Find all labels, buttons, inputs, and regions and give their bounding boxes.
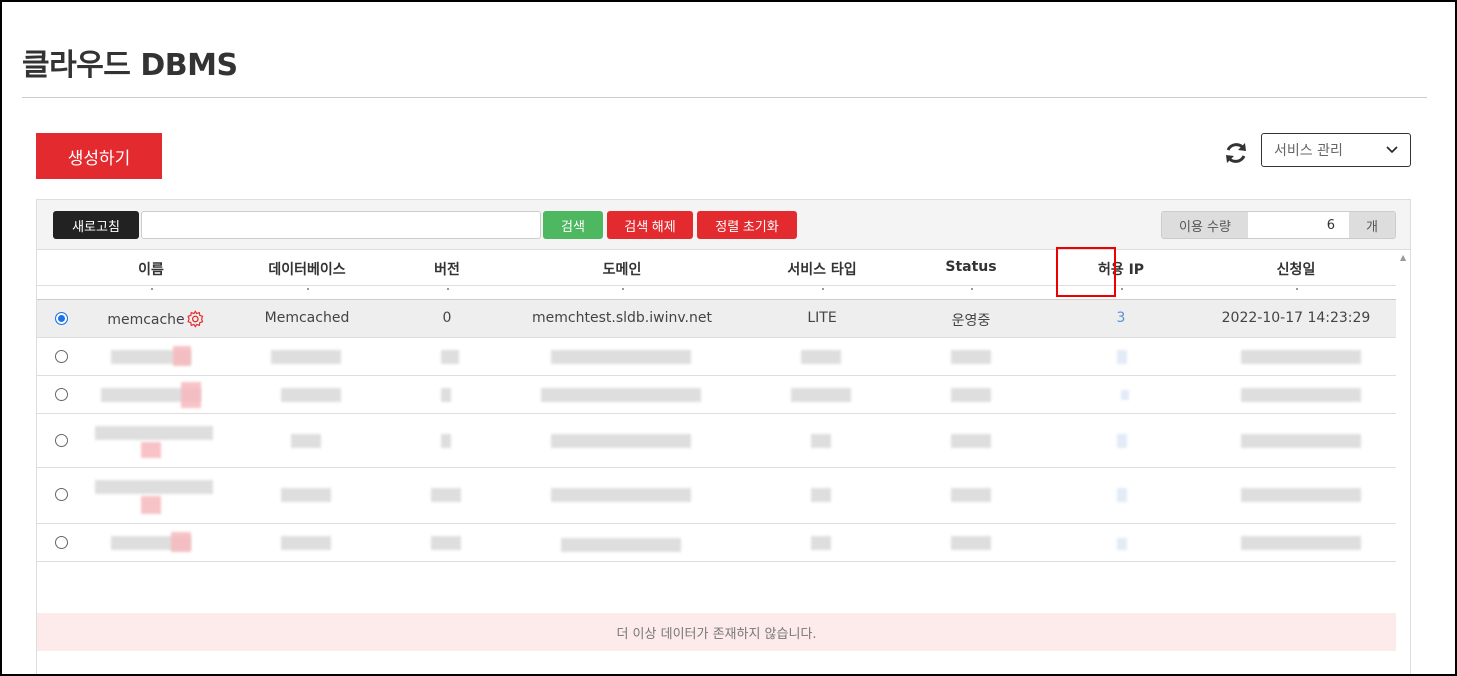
table-row-redacted[interactable] (37, 338, 1396, 376)
clear-search-button[interactable]: 검색 해제 (607, 211, 693, 239)
gear-icon[interactable] (187, 310, 205, 328)
create-button[interactable]: 생성하기 (36, 133, 162, 179)
column-header-status[interactable]: Status (945, 259, 996, 275)
refresh-list-button[interactable]: 새로고침 (53, 211, 139, 239)
row-name: memcache (107, 310, 204, 328)
column-header-name[interactable]: 이름 (138, 259, 164, 279)
row-select-radio[interactable] (55, 488, 68, 501)
row-select-radio[interactable] (55, 350, 68, 363)
column-header-database[interactable]: 데이터베이스 (268, 259, 345, 279)
column-header-service-type[interactable]: 서비스 타입 (787, 259, 856, 279)
column-header-created[interactable]: 신청일 (1277, 259, 1316, 279)
row-service-type: LITE (807, 310, 837, 326)
title-divider (22, 97, 1427, 98)
table-row-redacted[interactable] (37, 524, 1396, 562)
row-created: 2022-10-17 14:23:29 (1221, 310, 1371, 326)
usage-value: 6 (1248, 212, 1349, 238)
row-domain: memchtest.sldb.iwinv.net (532, 310, 712, 326)
usage-unit: 개 (1349, 212, 1395, 238)
app-window: 클라우드 DBMS 생성하기 서비스 관리 새로고침 검색 검색 해제 정렬 초… (2, 2, 1455, 674)
row-select-radio[interactable] (55, 536, 68, 549)
row-version: 0 (442, 310, 452, 326)
column-header-version[interactable]: 버전 (434, 259, 460, 279)
highlight-annotation (1056, 247, 1116, 297)
list-toolbar: 새로고침 검색 검색 해제 정렬 초기화 이용 수량 6 개 (37, 200, 1410, 250)
row-select-radio[interactable] (55, 388, 68, 401)
scrollbar-up-arrow[interactable]: ▲ (1400, 253, 1406, 262)
table-row[interactable]: memcache Memcached 0 memchtest.sldb.iwin… (37, 300, 1396, 338)
search-button[interactable]: 검색 (543, 211, 603, 239)
header-filter-row (37, 286, 1396, 300)
refresh-icon[interactable] (1223, 140, 1249, 166)
row-database: Memcached (264, 310, 350, 326)
table-header: 이름 데이터베이스 버전 도메인 서비스 타입 Status 허용 IP 신청일 (37, 250, 1396, 286)
table-row-redacted[interactable] (37, 376, 1396, 414)
usage-count: 이용 수량 6 개 (1161, 211, 1396, 239)
reset-sort-button[interactable]: 정렬 초기화 (697, 211, 797, 239)
search-input[interactable] (141, 211, 541, 239)
page-title: 클라우드 DBMS (22, 48, 238, 83)
service-table: 이름 데이터베이스 버전 도메인 서비스 타입 Status 허용 IP 신청일… (37, 250, 1396, 651)
service-management-select[interactable]: 서비스 관리 (1261, 133, 1411, 167)
usage-label: 이용 수량 (1162, 212, 1248, 238)
no-more-data-message: 더 이상 데이터가 존재하지 않습니다. (37, 613, 1396, 651)
chevron-down-icon (1386, 146, 1398, 154)
table-row-redacted[interactable] (37, 414, 1396, 468)
column-header-domain[interactable]: 도메인 (603, 259, 642, 279)
service-select-value: 서비스 관리 (1274, 143, 1343, 159)
row-select-radio[interactable] (55, 434, 68, 447)
row-status: 운영중 (951, 313, 991, 329)
service-list-panel: 새로고침 검색 검색 해제 정렬 초기화 이용 수량 6 개 이름 데이터베이스… (36, 199, 1411, 674)
row-select-radio[interactable] (55, 312, 68, 325)
table-row-redacted[interactable] (37, 468, 1396, 524)
row-allowed-ip-link[interactable]: 3 (1117, 310, 1126, 326)
